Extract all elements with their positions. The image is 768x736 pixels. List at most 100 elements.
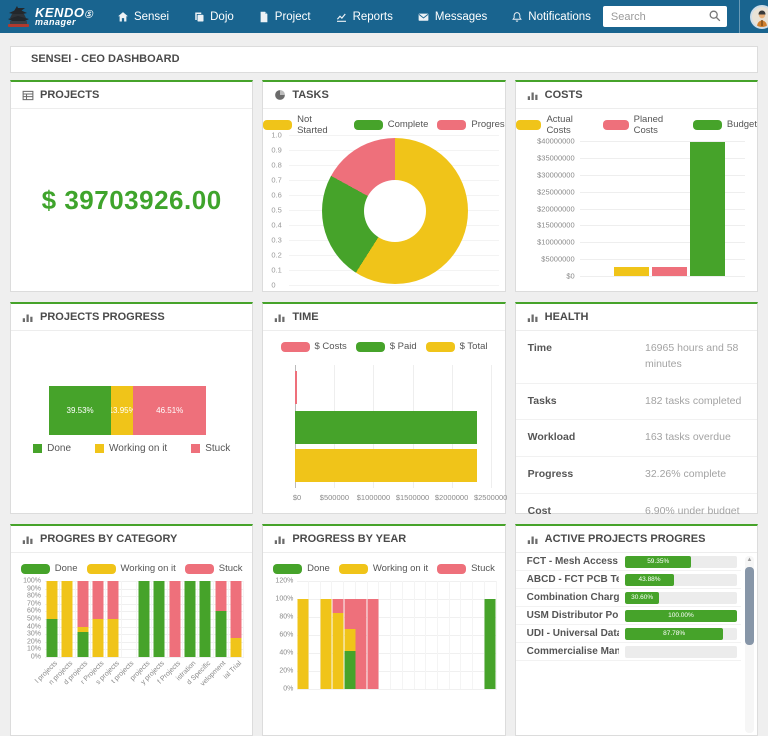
legend-item: Progres bbox=[437, 119, 504, 130]
chart-slot bbox=[379, 581, 391, 689]
axis-tick-label: 40% bbox=[279, 649, 293, 656]
chart-slot: l projects bbox=[45, 581, 60, 657]
menu-item-dojo[interactable]: Dojo bbox=[181, 0, 246, 33]
projects-progress-legend: DoneWorking on itStuck bbox=[11, 443, 252, 454]
legend-item: Working on it bbox=[87, 563, 176, 574]
bar-segment bbox=[185, 581, 196, 657]
bar-segment bbox=[231, 638, 242, 657]
axis-tick-label: $20000000 bbox=[537, 204, 575, 213]
pagoda-icon bbox=[5, 5, 31, 29]
panel-title: COSTS bbox=[545, 89, 583, 101]
menu-item-notifications[interactable]: Notifications bbox=[499, 0, 603, 33]
bar-segment bbox=[154, 581, 165, 657]
menu-label: Project bbox=[275, 11, 311, 23]
legend-swatch bbox=[33, 444, 42, 453]
bar-chart-icon bbox=[527, 90, 539, 101]
panel-title: PROJECTS bbox=[40, 89, 99, 101]
menu-label: Notifications bbox=[528, 11, 591, 23]
legend-swatch bbox=[263, 120, 292, 130]
dashboard-grid: PROJECTS $ 39703926.00 TASKS Not Started… bbox=[10, 80, 758, 736]
bar-chart-icon bbox=[22, 312, 34, 323]
bar-segment bbox=[47, 581, 58, 619]
project-row: Combination Charger Dock 30.60% bbox=[516, 589, 741, 607]
chart-slot bbox=[391, 581, 403, 689]
bar-segment bbox=[321, 599, 332, 689]
grid-line bbox=[45, 657, 244, 658]
chart-slot bbox=[450, 581, 462, 689]
panel-progres-by-category: PROGRES BY CATEGORY DoneWorking on itStu… bbox=[10, 524, 253, 736]
chart-slot bbox=[403, 581, 415, 689]
panel-tasks: TASKS Not StartedCompleteProgres 1.00.90… bbox=[262, 80, 505, 292]
bar-segment bbox=[108, 619, 119, 657]
menu-item-project[interactable]: Project bbox=[246, 0, 323, 33]
tasks-donut-chart: 1.00.90.80.70.60.50.40.30.20.10 bbox=[263, 133, 504, 290]
legend-label: Working on it bbox=[373, 563, 428, 574]
project-name-link[interactable]: UDI - Universal Data Interface bbox=[527, 628, 619, 639]
grid-line bbox=[297, 689, 496, 690]
scroll-up-icon[interactable]: ▲ bbox=[745, 557, 754, 563]
legend-label: $ Costs bbox=[315, 341, 347, 352]
menu-item-messages[interactable]: Messages bbox=[405, 0, 499, 33]
project-progress-fill: 100.00% bbox=[625, 610, 737, 622]
axis-tick-label: 70% bbox=[27, 600, 41, 607]
legend-item: Budget bbox=[693, 119, 757, 130]
axis-tick-label: $35000000 bbox=[537, 153, 575, 162]
legend-swatch bbox=[21, 564, 50, 574]
chart-slot: velopment bbox=[214, 581, 229, 657]
legend-swatch bbox=[603, 120, 629, 130]
stacked-bar bbox=[321, 581, 332, 689]
chart-slot: istration bbox=[183, 581, 198, 657]
chart-slot: r Projects bbox=[91, 581, 106, 657]
bar-segment bbox=[344, 629, 355, 652]
app-logo[interactable]: KENDOⓈ manager bbox=[0, 0, 101, 33]
menu-item-reports[interactable]: Reports bbox=[323, 0, 405, 33]
scrollbar-thumb[interactable] bbox=[745, 567, 754, 645]
chart-slots bbox=[297, 581, 496, 689]
project-progress-track: 30.60% bbox=[625, 592, 737, 604]
axis-tick-label: $1000000 bbox=[357, 493, 390, 502]
legend-item: $ Paid bbox=[356, 341, 417, 352]
project-name-link[interactable]: FCT - Mesh Access Point bbox=[527, 556, 619, 567]
navbar-right: Administrator bbox=[603, 0, 768, 33]
legend-swatch bbox=[273, 564, 302, 574]
project-row: FCT - Mesh Access Point59.35% bbox=[516, 553, 741, 571]
project-name-link[interactable]: Commercialise Manufacturing of ABCD bbox=[527, 646, 619, 657]
panel-title: TIME bbox=[292, 311, 318, 323]
axis-tick-label: 0% bbox=[31, 654, 41, 661]
menu-label: Sensei bbox=[134, 11, 169, 23]
search-icon[interactable] bbox=[708, 9, 722, 23]
health-label: Cost bbox=[528, 504, 551, 514]
legend-label: Done bbox=[47, 443, 71, 454]
legend-label: $ Total bbox=[460, 341, 488, 352]
panel-costs-header: COSTS bbox=[516, 82, 757, 109]
legend-swatch bbox=[281, 342, 310, 352]
project-name-link[interactable]: Combination Charger Dock bbox=[527, 592, 619, 603]
bar-segment bbox=[332, 599, 343, 613]
panel-title: PROGRESS BY YEAR bbox=[292, 533, 406, 545]
panel-projects-progress: PROJECTS PROGRESS 39.53%13.95%46.51% Don… bbox=[10, 302, 253, 514]
chart-bar bbox=[295, 371, 297, 404]
chart-slot bbox=[485, 581, 497, 689]
menu-item-sensei[interactable]: Sensei bbox=[105, 0, 181, 33]
menu-label: Dojo bbox=[210, 11, 234, 23]
project-name-link[interactable]: USM Distributor Portal bbox=[527, 610, 619, 621]
bar-chart-icon bbox=[527, 534, 539, 545]
donut-hole bbox=[364, 180, 426, 242]
axis-tick-label: 0.6 bbox=[271, 190, 281, 199]
axis-tick-label: 40% bbox=[27, 623, 41, 630]
scrollbar[interactable]: ▲ bbox=[745, 556, 754, 733]
stacked-bar bbox=[215, 581, 226, 657]
panel-projects-progress-header: PROJECTS PROGRESS bbox=[11, 304, 252, 331]
chart-slot bbox=[332, 581, 344, 689]
legend-label: $ Paid bbox=[390, 341, 417, 352]
user-menu[interactable]: Administrator bbox=[740, 0, 768, 33]
project-name-link[interactable]: ABCD - FCT PCB Test Rig bbox=[527, 574, 619, 585]
health-label: Time bbox=[528, 341, 552, 373]
axis-tick-label: 0.9 bbox=[271, 145, 281, 154]
bar-segment bbox=[200, 581, 211, 657]
table-icon bbox=[22, 90, 34, 101]
tasks-legend: Not StartedCompleteProgres bbox=[263, 109, 504, 133]
legend-label: Stuck bbox=[219, 563, 243, 574]
chart-slot bbox=[368, 581, 380, 689]
health-row: Workload163 tasks overdue bbox=[516, 420, 757, 457]
